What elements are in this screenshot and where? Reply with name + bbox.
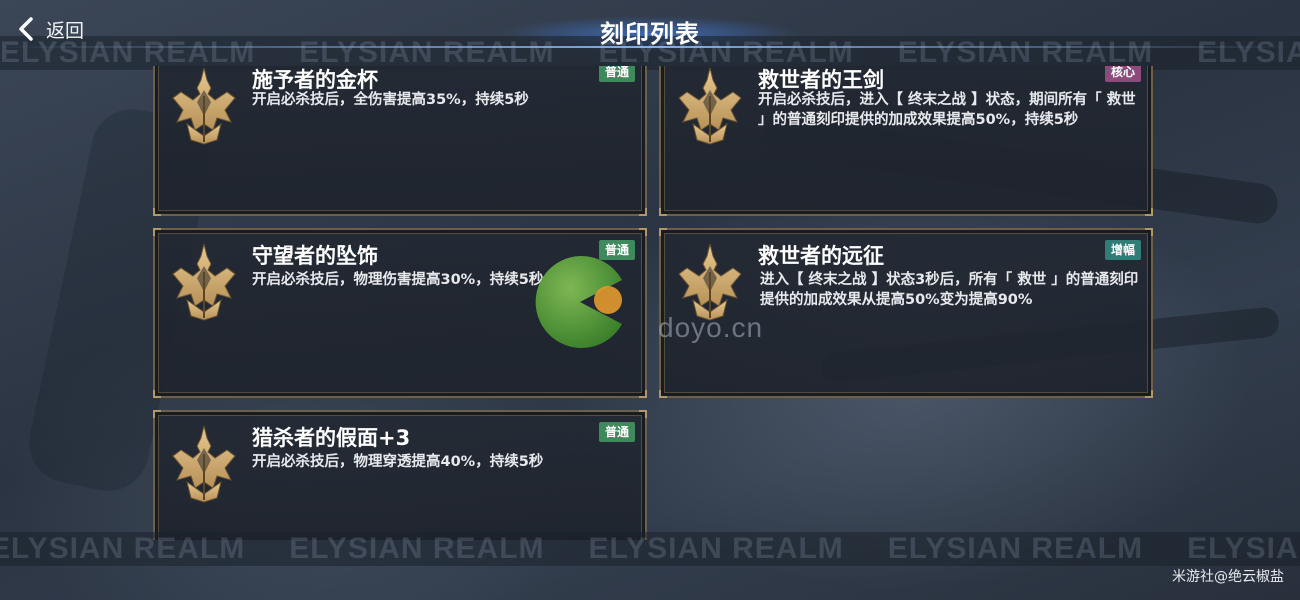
rarity-tag: 普通 xyxy=(598,240,635,260)
engraving-card[interactable]: 施予者的金杯 开启必杀技后，全伤害提高35%，持续5秒 普通 xyxy=(153,66,647,216)
engraving-description: 开启必杀技后，进入【 终末之战 】状态，期间所有「 救世 」的普通刻印提供的加成… xyxy=(758,92,1136,128)
elysian-realm-band-bottom: ELYSIAN REALM ELYSIAN REALM ELYSIAN REALM E… xyxy=(0,532,1300,566)
engraving-card[interactable]: 救世者的远征 进入【 终末之战 】状态3秒后，所有「 救世 」的普通刻印提供的加… xyxy=(659,228,1153,398)
engraving-description: 开启必杀技后，物理伤害提高30%，持续5秒 xyxy=(252,272,544,288)
top-bar: ELYSIAN REALM ELYSIAN REALM ELYSIAN REALM E… xyxy=(0,0,1300,70)
crest-emblem-icon xyxy=(172,425,236,503)
engraving-description: 开启必杀技后，全伤害提高35%，持续5秒 xyxy=(252,92,529,108)
screen: ELYSIAN REALM ELYSIAN REALM ELYSIAN REALM E… xyxy=(0,0,1300,600)
page-title: 刻印列表 xyxy=(600,20,700,48)
source-credit: 米游社@绝云椒盐 xyxy=(1172,569,1284,585)
engraving-card[interactable]: 猎杀者的假面+3 开启必杀技后，物理穿透提高40%，持续5秒 普通 xyxy=(153,410,647,540)
engraving-name: 救世者的远征 xyxy=(758,244,884,268)
crest-emblem-icon xyxy=(172,67,236,145)
rarity-tag: 核心 xyxy=(1104,66,1141,82)
engraving-name: 猎杀者的假面+3 xyxy=(252,426,411,450)
engraving-list[interactable]: 施予者的金杯 开启必杀技后，全伤害提高35%，持续5秒 普通 救世者的王剑 开启… xyxy=(0,66,1300,540)
engraving-name: 守望者的坠饰 xyxy=(252,244,378,268)
rarity-tag: 增幅 xyxy=(1104,240,1141,260)
crest-emblem-icon xyxy=(678,67,742,145)
band-text: ELYSIAN REALM ELYSIAN REALM ELYSIAN REALM E… xyxy=(0,532,1300,565)
engraving-description: 进入【 终末之战 】状态3秒后，所有「 救世 」的普通刻印提供的加成效果从提高5… xyxy=(760,272,1139,308)
rarity-tag: 普通 xyxy=(598,422,635,442)
crest-emblem-icon xyxy=(172,243,236,321)
crest-emblem-icon xyxy=(678,243,742,321)
engraving-description: 开启必杀技后，物理穿透提高40%，持续5秒 xyxy=(252,454,544,470)
rarity-tag: 普通 xyxy=(598,66,635,82)
engraving-card[interactable]: 救世者的王剑 开启必杀技后，进入【 终末之战 】状态，期间所有「 救世 」的普通… xyxy=(659,66,1153,216)
engraving-card[interactable]: 守望者的坠饰 开启必杀技后，物理伤害提高30%，持续5秒 普通 xyxy=(153,228,647,398)
